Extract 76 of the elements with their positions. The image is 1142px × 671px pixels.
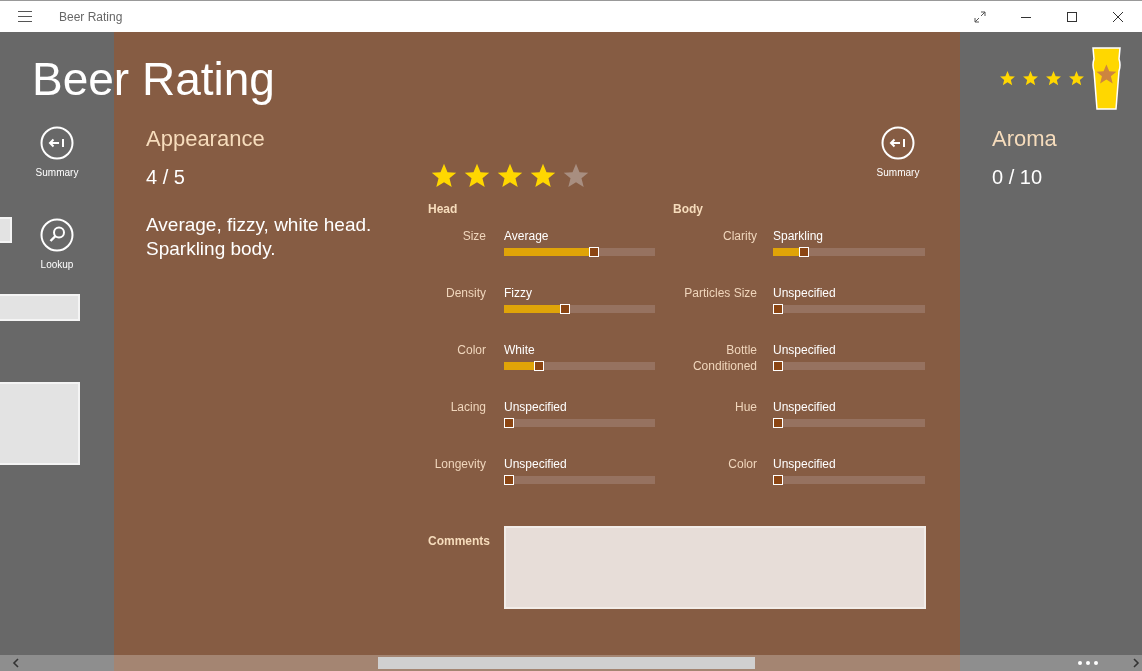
field-value: Unspecified xyxy=(773,456,837,473)
field-label: Color xyxy=(456,342,486,359)
slider-thumb[interactable] xyxy=(504,418,514,428)
field-label: Size xyxy=(461,228,486,245)
slider[interactable] xyxy=(773,247,925,257)
field-label: Clarity xyxy=(722,228,757,245)
summary-button[interactable]: Summary xyxy=(29,126,85,178)
slider[interactable] xyxy=(773,361,925,371)
field-value: Unspecified xyxy=(773,399,837,416)
star-icon xyxy=(1022,70,1039,87)
field-label: Particles Size xyxy=(683,285,757,302)
field-value: Unspecified xyxy=(773,285,837,302)
star-icon[interactable] xyxy=(463,162,491,190)
star-icon xyxy=(999,70,1016,87)
fullscreen-icon[interactable] xyxy=(974,10,986,23)
slider-thumb[interactable] xyxy=(504,475,514,485)
slider[interactable] xyxy=(504,475,655,485)
field-value: Fizzy xyxy=(504,285,533,302)
section-title: Aroma xyxy=(992,126,1058,152)
field-value: Average xyxy=(504,228,550,245)
field-label: Lacing xyxy=(449,399,486,416)
beer-glass-icon xyxy=(1091,47,1122,111)
slider[interactable] xyxy=(504,418,655,428)
group-title: Head xyxy=(428,202,459,218)
field-label: Hue xyxy=(734,399,757,416)
window-title: Beer Rating xyxy=(59,9,123,24)
slider[interactable] xyxy=(773,304,925,314)
field-label: Bottle Conditioned xyxy=(691,342,757,375)
slider[interactable] xyxy=(773,475,925,485)
star-icon xyxy=(1068,70,1085,87)
menu-icon[interactable] xyxy=(18,11,32,22)
star-icon[interactable] xyxy=(529,162,557,190)
comments-label: Comments xyxy=(428,533,491,550)
star-rating[interactable] xyxy=(430,162,590,190)
slider[interactable] xyxy=(504,361,655,371)
scroll-right-icon[interactable] xyxy=(1132,658,1140,668)
slider-thumb[interactable] xyxy=(773,361,783,371)
maximize-icon[interactable] xyxy=(1066,10,1078,23)
scroll-left-icon[interactable] xyxy=(12,658,20,668)
comments-field[interactable] xyxy=(504,526,926,609)
text-field[interactable] xyxy=(0,382,80,465)
slider-thumb[interactable] xyxy=(773,304,783,314)
slider-thumb[interactable] xyxy=(533,361,544,371)
field-value: Unspecified xyxy=(773,342,837,359)
scrollbar[interactable] xyxy=(0,655,1142,671)
slider-thumb[interactable] xyxy=(798,247,809,257)
lookup-button[interactable]: Lookup xyxy=(29,218,85,270)
field-value: Unspecified xyxy=(504,456,568,473)
star-icon xyxy=(1045,70,1062,87)
field-value: Sparkling xyxy=(773,228,825,245)
section-title: Appearance xyxy=(146,126,266,152)
field-value: White xyxy=(504,342,536,359)
text-field[interactable] xyxy=(0,217,12,243)
slider[interactable] xyxy=(504,247,655,257)
field-label: Color xyxy=(727,456,757,473)
slider[interactable] xyxy=(504,304,655,314)
score: 0 / 10 xyxy=(992,166,1044,189)
slider-thumb[interactable] xyxy=(773,475,783,485)
field-label: Longevity xyxy=(433,456,486,473)
field-value: Unspecified xyxy=(504,399,568,416)
group-title: Body xyxy=(673,202,704,218)
star-icon[interactable] xyxy=(562,162,590,190)
score: 4 / 5 xyxy=(146,166,186,189)
slider[interactable] xyxy=(773,418,925,428)
page-title: Beer Rating xyxy=(32,52,275,106)
text-field[interactable] xyxy=(0,294,80,321)
summary-button[interactable]: Summary xyxy=(870,126,926,178)
star-icon[interactable] xyxy=(430,162,458,190)
close-icon[interactable] xyxy=(1112,10,1124,23)
star-icon[interactable] xyxy=(496,162,524,190)
description: Average, fizzy, white head. Sparkling body. xyxy=(146,213,373,261)
more-icon[interactable] xyxy=(1077,660,1099,666)
field-label: Density xyxy=(445,285,486,302)
slider-thumb[interactable] xyxy=(588,247,599,257)
slider-thumb[interactable] xyxy=(560,304,571,314)
slider-thumb[interactable] xyxy=(773,418,783,428)
